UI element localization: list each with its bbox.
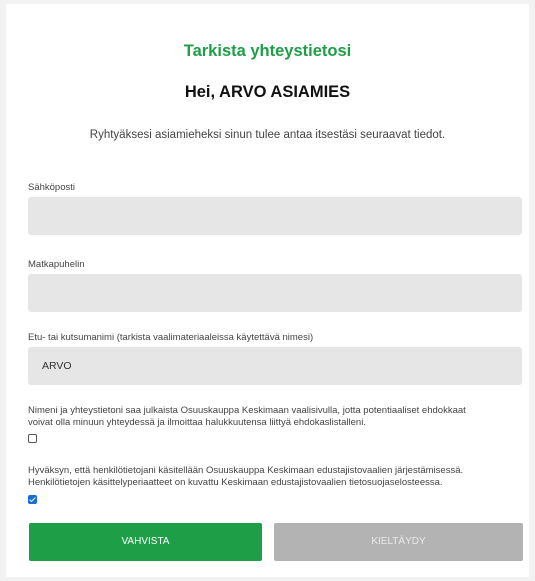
contact-info-card: Tarkista yhteystietosi Hei, ARVO ASIAMIE… [6,4,529,577]
phone-field[interactable] [28,274,522,312]
nickname-field[interactable] [28,347,522,385]
privacy-consent-text: Hyväksyn, että henkilötietojani käsitell… [28,465,528,489]
email-field[interactable] [28,197,522,235]
greeting-heading: Hei, ARVO ASIAMIES [184,83,351,101]
page-title: Tarkista yhteystietosi [183,42,352,60]
publish-consent-text: Nimeni ja yhteystietoni saa julkaista Os… [28,405,528,429]
publish-consent-checkbox[interactable] [28,434,37,443]
publish-consent-line-2: voivat olla minuun yhteydessä ja ilmoitt… [28,417,366,428]
confirm-button[interactable]: VAHVISTA [29,523,262,561]
email-label: Sähköposti [28,182,76,193]
intro-text: Ryhtyäksesi asiamieheksi sinun tulee ant… [89,129,446,141]
phone-label: Matkapuhelin [28,259,85,270]
privacy-consent-checkbox[interactable] [28,495,37,504]
privacy-consent-line-2: Henkilötietojen käsittelyperiaatteet on … [28,477,443,488]
privacy-consent-line-1: Hyväksyn, että henkilötietojani käsitell… [28,465,464,476]
nickname-label: Etu- tai kutsumanimi (tarkista vaalimate… [28,332,314,343]
decline-button[interactable]: KIELTÄYDY [274,523,523,561]
publish-consent-line-1: Nimeni ja yhteystietoni saa julkaista Os… [28,405,466,416]
